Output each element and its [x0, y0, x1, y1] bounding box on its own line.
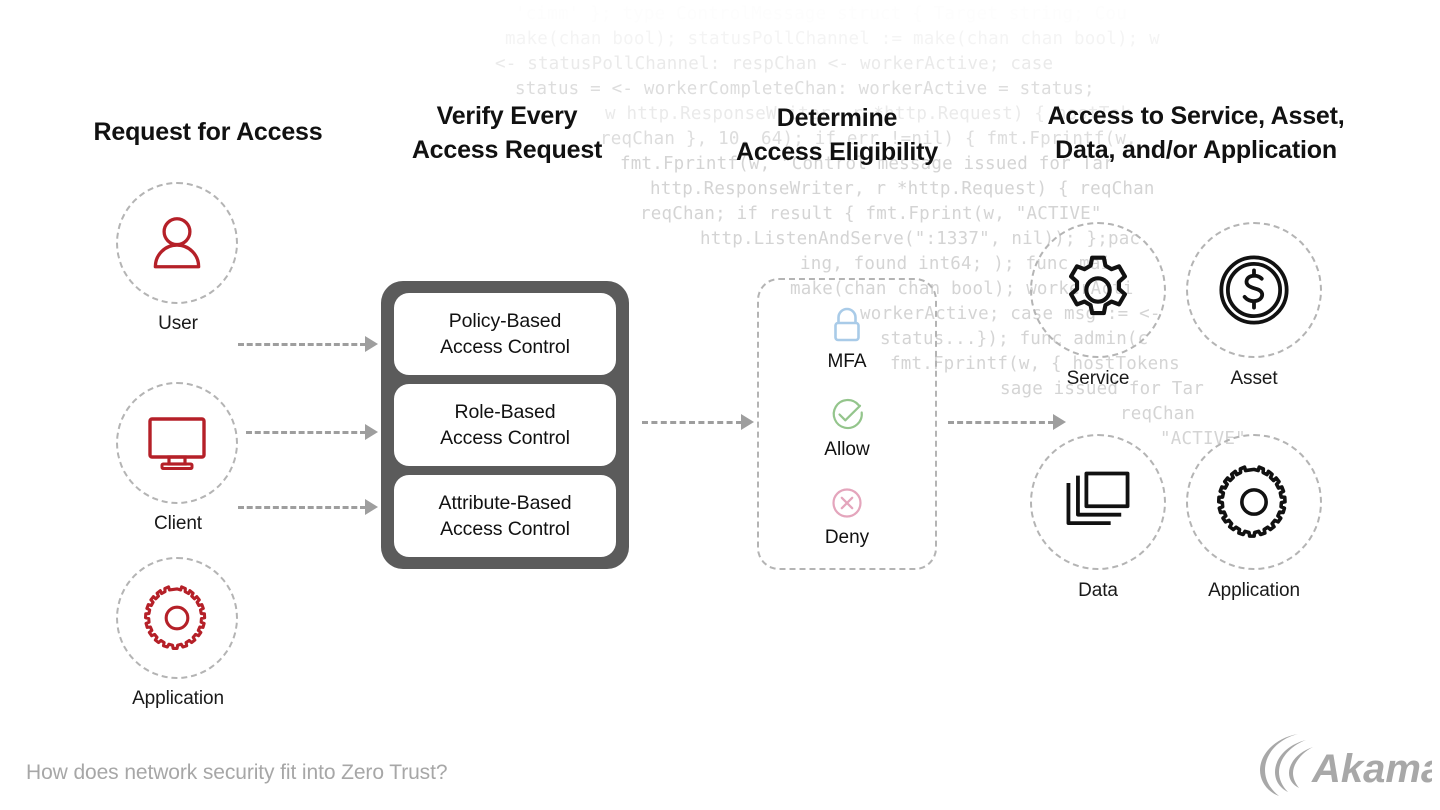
target-node-asset: Asset: [1186, 222, 1322, 390]
acl-line: Access Control: [440, 518, 570, 540]
code-line: <- statusPollChannel: respChan <- worker…: [495, 54, 1054, 74]
arrow-head: [365, 424, 378, 440]
page-caption: How does network security fit into Zero …: [26, 761, 448, 784]
arrow-head: [1053, 414, 1066, 430]
code-line: http.ResponseWriter, r *http.Request) { …: [650, 179, 1155, 199]
access-control-box: Policy-Based Access Control Role-Based A…: [381, 281, 629, 569]
lock-icon: [834, 307, 860, 342]
decision-label: MFA: [827, 351, 867, 372]
access-control-item-policy-based[interactable]: Policy-Based Access Control: [394, 293, 616, 375]
arrow-head: [741, 414, 754, 430]
acl-line: Policy-Based: [448, 309, 562, 332]
heading-access-to-service-asset-data-application: Access to Service, Asset, Data, and/or A…: [1010, 100, 1382, 168]
acl-line: Attribute-Based: [438, 491, 572, 514]
heading-request-for-access: Request for Access: [93, 118, 323, 146]
dashed-circle: [1030, 222, 1166, 358]
target-label: Asset: [1230, 368, 1278, 389]
arrow-shaft: [948, 420, 1054, 424]
target-node-data: Data: [1030, 434, 1166, 602]
dashed-circle: [116, 182, 238, 304]
heading-line: Determine: [776, 104, 898, 132]
dashed-circle: [1030, 434, 1166, 570]
gear-icon: [144, 585, 207, 650]
arrow-user-to-acl: [238, 336, 378, 352]
heading-line: Access to Service, Asset,: [1047, 102, 1345, 130]
source-node-application: Application: [116, 557, 240, 710]
code-line: make(chan bool); statusPollChannel := ma…: [505, 29, 1160, 49]
layers-icon: [1066, 471, 1130, 526]
heading-verify-every-access-request: Verify Every Access Request: [382, 100, 632, 168]
source-node-client: Client: [116, 382, 240, 535]
target-node-service: Service: [1030, 222, 1166, 390]
zero-trust-diagram: 'cimm' }; type ControlMessage struct { T…: [0, 0, 1440, 810]
dashed-circle: [116, 382, 238, 504]
dashed-circle: [1186, 222, 1322, 358]
x-circle-icon: [832, 488, 862, 518]
akamai-logo-mark: Akamai: [1260, 734, 1440, 796]
access-control-item-attribute-based[interactable]: Attribute-Based Access Control: [394, 475, 616, 557]
source-label: User: [158, 313, 198, 334]
cog-icon: [1217, 465, 1287, 538]
arrow-shaft: [238, 505, 366, 509]
arrow-client-to-acl: [246, 424, 378, 440]
akamai-logo: Akamai: [1250, 726, 1440, 804]
target-label: Service: [1066, 368, 1130, 389]
akamai-wordmark: Akamai: [1311, 747, 1432, 791]
heading-line: Verify Every: [436, 102, 578, 130]
target-label: Application: [1208, 580, 1300, 601]
source-label: Application: [132, 688, 224, 709]
arrow-head: [365, 336, 378, 352]
decision-deny[interactable]: Deny: [825, 483, 869, 549]
dollar-coin-icon: [1219, 255, 1289, 325]
decision-label: Allow: [824, 439, 870, 460]
acl-line: Access Control: [440, 427, 570, 449]
code-line: reqChan: [1120, 404, 1196, 424]
arrow-decision-to-targets: [948, 414, 1066, 430]
arrow-shaft: [642, 420, 742, 424]
decision-allow[interactable]: Allow: [824, 395, 870, 461]
decision-panel: MFA Allow Deny: [757, 278, 937, 570]
check-circle-icon: [832, 398, 863, 430]
dashed-circle: [1186, 434, 1322, 570]
monitor-icon: [148, 417, 206, 470]
acl-line: Access Control: [440, 336, 570, 358]
code-line: status = <- workerCompleteChan: workerAc…: [515, 79, 1095, 99]
heading-determine-access-eligibility: Determine Access Eligibility: [712, 102, 962, 170]
source-label: Client: [154, 513, 202, 534]
arrow-shaft: [246, 430, 366, 434]
acl-line: Role-Based: [454, 400, 556, 423]
target-label: Data: [1078, 580, 1118, 601]
target-node-application: Application: [1186, 434, 1322, 602]
arrow-shaft: [238, 342, 366, 346]
heading-line: Access Request: [411, 135, 603, 164]
arrow-application-to-acl: [238, 499, 378, 515]
decision-label: Deny: [824, 527, 870, 548]
heading-line: Data, and/or Application: [1055, 135, 1337, 164]
access-control-item-role-based[interactable]: Role-Based Access Control: [394, 384, 616, 466]
heading-line: Access Eligibility: [735, 137, 939, 166]
code-line: 'cimm' }; type ControlMessage struct { T…: [515, 4, 1127, 24]
user-icon: [153, 217, 201, 269]
dashed-circle: [116, 557, 238, 679]
decision-mfa[interactable]: MFA: [827, 305, 867, 373]
source-node-user: User: [116, 182, 240, 335]
arrow-head: [365, 499, 378, 515]
arrow-acl-to-decision: [642, 414, 754, 430]
gear-outline-icon: [1068, 255, 1128, 316]
